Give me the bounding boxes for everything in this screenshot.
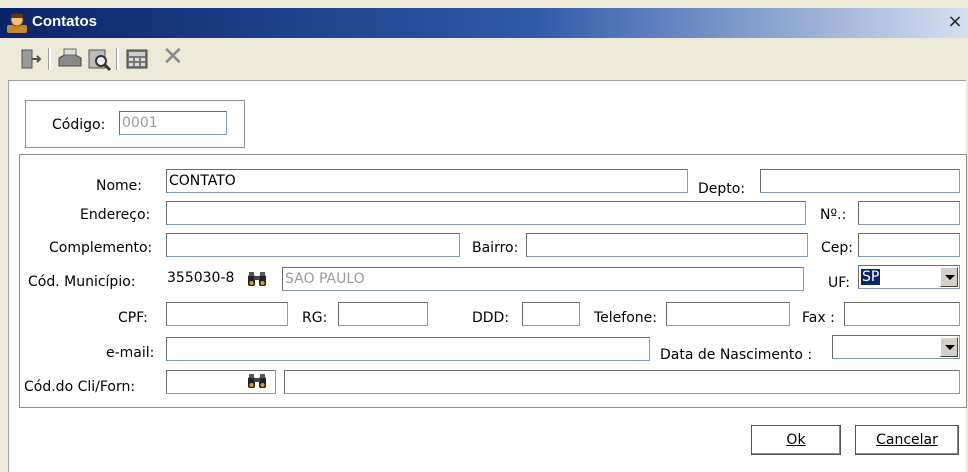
exit-icon[interactable] — [18, 46, 44, 72]
email-label: e-mail: — [106, 345, 155, 361]
codigo-input[interactable]: 0001 — [119, 111, 227, 135]
binoculars-search-icon[interactable] — [246, 373, 268, 389]
rg-input[interactable] — [338, 302, 428, 326]
cancel-button[interactable]: Cancelar — [855, 425, 959, 455]
uf-label: UF: — [828, 275, 850, 291]
cli-forn-label: Cód.do Cli/Forn: — [24, 379, 136, 395]
depto-label: Depto: — [698, 181, 746, 197]
depto-input[interactable] — [760, 169, 960, 193]
numero-input[interactable] — [858, 201, 960, 225]
fax-input[interactable] — [844, 302, 960, 326]
municipio-label: Cód. Município: — [28, 274, 136, 290]
contact-app-icon — [7, 13, 27, 33]
complemento-input[interactable] — [166, 233, 460, 257]
form-area: Código: 0001 Nome: CONTATO Depto: Endere… — [8, 80, 967, 472]
endereco-input[interactable] — [166, 201, 806, 225]
ddd-input[interactable] — [522, 302, 580, 326]
telefone-input[interactable] — [666, 302, 790, 326]
contatos-window: Contatos × ✕ Código: 0001 Nome: CONTATO … — [0, 0, 968, 472]
chevron-down-icon[interactable] — [940, 337, 958, 357]
toolbar: ✕ — [0, 40, 968, 76]
complemento-label: Complemento: — [49, 240, 153, 256]
municipio-name-input[interactable]: SAO PAULO — [282, 267, 804, 291]
uf-selected-value: SP — [861, 269, 881, 285]
email-input[interactable] — [166, 337, 650, 361]
cli-forn-name-input[interactable] — [284, 370, 960, 394]
window-title: Contatos — [32, 13, 97, 30]
bairro-label: Bairro: — [472, 240, 519, 256]
chevron-down-icon[interactable] — [940, 267, 958, 287]
title-bar[interactable]: Contatos × — [0, 8, 968, 38]
close-icon[interactable]: × — [944, 13, 966, 33]
nascimento-select[interactable] — [832, 335, 960, 359]
rg-label: RG: — [302, 310, 328, 326]
numero-label: Nº.: — [820, 207, 847, 223]
calculator-icon[interactable] — [124, 46, 150, 72]
ok-button[interactable]: Ok — [751, 425, 841, 455]
binoculars-search-icon[interactable] — [246, 271, 268, 287]
uf-select[interactable]: SP — [858, 265, 960, 289]
cpf-label: CPF: — [118, 310, 148, 326]
fax-label: Fax : — [802, 310, 835, 326]
bairro-input[interactable] — [526, 233, 808, 257]
codigo-label: Código: — [52, 117, 106, 133]
cep-input[interactable] — [858, 233, 960, 257]
toolbar-separator — [48, 48, 51, 70]
endereco-label: Endereço: — [80, 207, 151, 223]
delete-icon[interactable]: ✕ — [162, 42, 184, 72]
codigo-group: Código: 0001 — [25, 100, 245, 148]
toolbar-separator — [116, 48, 119, 70]
contact-details-group: Nome: CONTATO Depto: Endereço: Nº.: Comp… — [19, 154, 967, 408]
print-icon[interactable] — [56, 46, 84, 72]
cpf-input[interactable] — [166, 302, 288, 326]
telefone-label: Telefone: — [594, 310, 657, 326]
preview-icon[interactable] — [86, 46, 112, 72]
nome-input[interactable]: CONTATO — [166, 169, 688, 193]
nascimento-label: Data de Nascimento : — [660, 347, 813, 363]
cep-label: Cep: — [821, 240, 853, 256]
nome-label: Nome: — [96, 178, 143, 194]
ddd-label: DDD: — [472, 310, 510, 326]
